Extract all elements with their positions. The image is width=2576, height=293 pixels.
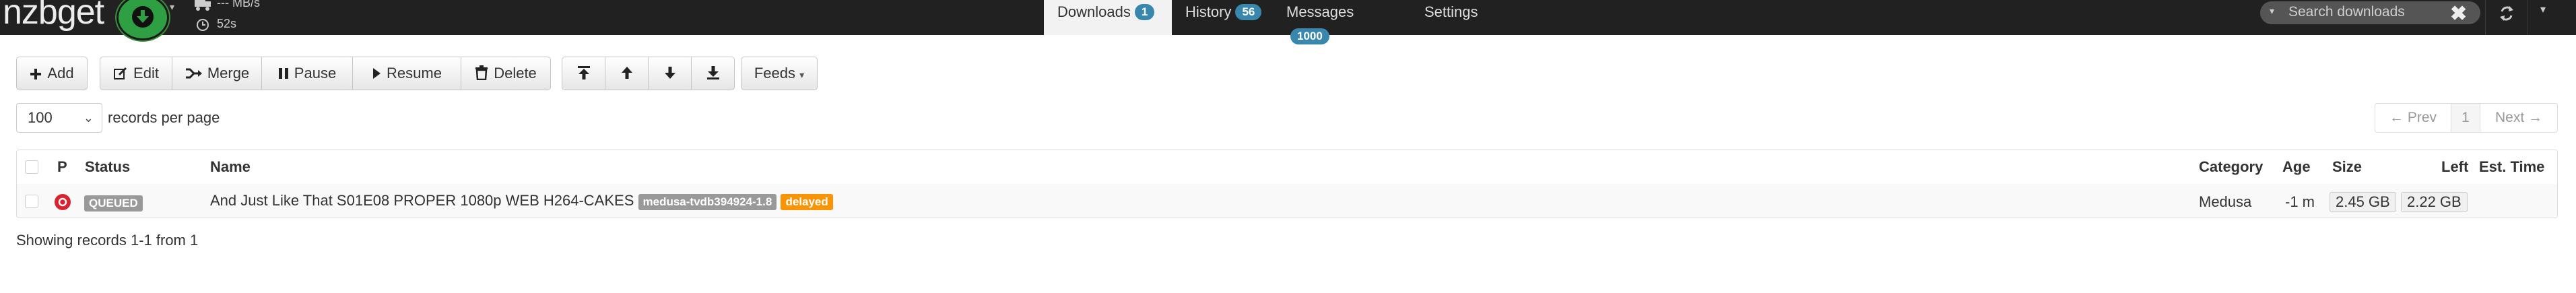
tab-label: Messages — [1286, 3, 1354, 20]
priority-very-high-icon — [54, 193, 71, 214]
navbar-divider — [2485, 0, 2486, 35]
row-checkbox[interactable] — [25, 195, 38, 208]
trash-icon — [475, 59, 488, 92]
records-per-page-value: 100 — [28, 109, 53, 126]
records-per-page-label: records per page — [108, 109, 220, 126]
download-menu-caret-icon[interactable]: ▾ — [170, 1, 174, 13]
tab-history[interactable]: History 56 — [1172, 0, 1280, 35]
move-top-icon — [577, 59, 591, 92]
delete-label: Delete — [494, 65, 537, 82]
add-label: Add — [47, 65, 74, 82]
feeds-dropdown-button[interactable]: Feeds ▾ — [741, 57, 818, 90]
move-bottom-button[interactable] — [691, 57, 735, 90]
refresh-icon — [2500, 6, 2513, 21]
category-cell[interactable]: Medusa — [2199, 193, 2251, 211]
tab-downloads[interactable]: Downloads 1 — [1044, 0, 1172, 35]
resume-button[interactable]: Resume — [352, 57, 461, 90]
move-bottom-icon — [706, 59, 720, 92]
play-icon — [372, 59, 381, 92]
chevron-down-icon: ⌄ — [83, 111, 94, 125]
size-cell: 2.45 GB — [2330, 192, 2396, 212]
speed-value[interactable]: --- MB/s — [217, 0, 260, 10]
merge-label: Merge — [207, 65, 250, 82]
add-button[interactable]: Add — [16, 57, 88, 90]
pause-label: Pause — [294, 65, 337, 82]
merge-button[interactable]: Merge — [172, 57, 262, 90]
tab-badge: 1 — [1134, 4, 1155, 20]
download-name-cell[interactable]: And Just Like That S01E08 PROPER 1080p W… — [210, 192, 833, 210]
downloads-table: P Status Name Category Age Size Left Est… — [16, 150, 2558, 218]
tab-label: Settings — [1424, 3, 1478, 20]
column-age[interactable]: Age — [2282, 158, 2311, 176]
status-label: QUEUED — [84, 195, 143, 211]
delayed-badge: delayed — [781, 194, 833, 210]
table-header: P Status Name Category Age Size Left Est… — [17, 150, 2557, 185]
tab-badge: 1000 — [1290, 28, 1329, 44]
resume-label: Resume — [387, 65, 442, 82]
column-left[interactable]: Left — [2441, 158, 2468, 176]
feeds-label: Feeds — [754, 65, 795, 82]
column-category[interactable]: Category — [2199, 158, 2263, 176]
chevron-down-icon: ▾ — [799, 69, 805, 80]
download-toggle-button[interactable] — [117, 0, 169, 40]
clock-icon — [195, 18, 210, 36]
column-est-time[interactable]: Est. Time — [2479, 158, 2544, 176]
table-row[interactable]: QUEUED And Just Like That S01E08 PROPER … — [17, 184, 2557, 218]
tag-badge: medusa-tvdb394924-1.8 — [638, 194, 777, 210]
select-all-checkbox[interactable] — [25, 160, 38, 174]
current-page-button[interactable]: 1 — [2451, 103, 2480, 133]
arrow-down-icon — [663, 59, 677, 92]
move-up-button[interactable] — [605, 57, 649, 90]
records-per-page-select[interactable]: 100 ⌄ — [16, 103, 102, 133]
column-size[interactable]: Size — [2332, 158, 2362, 176]
left-cell: 2.22 GB — [2401, 192, 2468, 212]
search-input[interactable]: ▾ Search downloads ✖ — [2260, 1, 2480, 26]
next-page-button[interactable]: Next → — [2480, 103, 2558, 133]
time-value[interactable]: 52s — [217, 17, 236, 31]
pause-button[interactable]: Pause — [261, 57, 353, 90]
main-menu-caret-icon[interactable]: ▾ — [2540, 3, 2546, 16]
tab-settings[interactable]: Settings — [1411, 0, 1498, 35]
prev-page-button[interactable]: ← Prev — [2375, 103, 2451, 133]
delete-button[interactable]: Delete — [461, 57, 551, 90]
speed-icon — [194, 0, 213, 15]
column-priority[interactable]: P — [57, 158, 67, 176]
pause-icon — [278, 59, 289, 92]
status-badge: QUEUED — [84, 193, 143, 211]
age-cell: -1 m — [2285, 193, 2315, 210]
tab-label: History — [1185, 3, 1232, 20]
app-logo: nzbget — [3, 0, 104, 32]
clear-search-icon[interactable]: ✖ — [2450, 2, 2467, 26]
top-navbar: nzbget ▾ --- MB/s 52s Downloads 1 History… — [0, 0, 2576, 44]
tab-badge: 56 — [1235, 4, 1262, 20]
tab-messages[interactable]: Messages 1000 — [1273, 0, 1408, 44]
edit-icon — [113, 59, 128, 92]
tab-label: Downloads — [1057, 3, 1131, 20]
edit-button[interactable]: Edit — [100, 57, 172, 90]
records-summary: Showing records 1-1 from 1 — [16, 232, 199, 249]
search-placeholder: Search downloads — [2288, 4, 2405, 20]
navbar-divider — [2527, 0, 2528, 35]
plus-icon — [30, 59, 42, 92]
edit-label: Edit — [133, 65, 159, 82]
download-arrow-icon — [132, 6, 154, 28]
move-down-button[interactable] — [648, 57, 692, 90]
download-name[interactable]: And Just Like That S01E08 PROPER 1080p W… — [210, 192, 634, 209]
merge-icon — [185, 59, 202, 92]
search-menu-caret-icon[interactable]: ▾ — [2270, 5, 2274, 17]
arrow-up-icon — [620, 59, 634, 92]
move-top-button[interactable] — [562, 57, 605, 90]
refresh-button[interactable] — [2489, 0, 2524, 27]
column-name[interactable]: Name — [210, 158, 251, 176]
column-status[interactable]: Status — [85, 158, 130, 176]
